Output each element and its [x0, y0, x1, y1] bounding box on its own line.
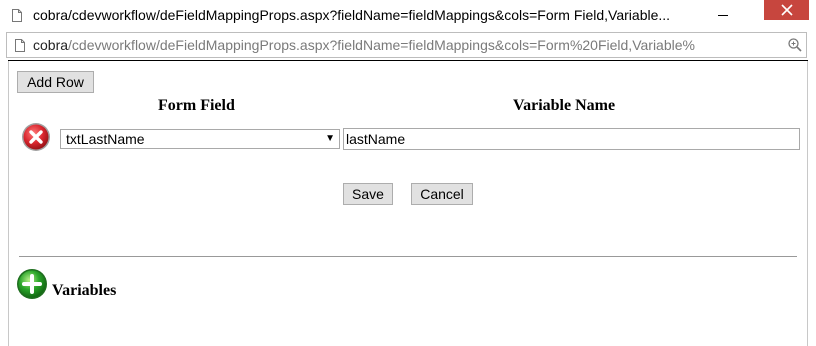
variables-heading: Variables	[52, 282, 117, 299]
section-divider	[19, 256, 797, 257]
close-button[interactable]	[764, 0, 809, 20]
form-field-select[interactable]: txtLastName ▼	[60, 129, 340, 149]
window-title: cobra/cdevworkflow/deFieldMappingProps.a…	[33, 7, 671, 23]
close-icon	[781, 4, 793, 16]
variable-name-input[interactable]: lastName	[343, 128, 800, 150]
url-host: cobra	[33, 37, 69, 53]
content-right-border	[807, 61, 808, 346]
url-path: /cdevworkflow/deFieldMappingProps.aspx?f…	[68, 37, 695, 53]
minimize-icon	[718, 15, 728, 16]
page-icon	[15, 39, 25, 52]
header-variable-name: Variable Name	[513, 97, 616, 114]
content-left-border	[8, 61, 9, 346]
save-button[interactable]: Save	[343, 183, 393, 205]
cancel-button[interactable]: Cancel	[411, 183, 473, 205]
url-text: cobra/cdevworkflow/deFieldMappingProps.a…	[33, 37, 785, 53]
form-field-value: txtLastName	[66, 131, 145, 147]
dropdown-arrow-icon: ▼	[325, 133, 335, 144]
add-variable-icon[interactable]	[16, 268, 48, 300]
minimize-button[interactable]	[718, 0, 744, 30]
delete-row-icon[interactable]	[21, 122, 51, 152]
add-row-button[interactable]: Add Row	[17, 71, 94, 93]
content-top-border	[8, 60, 808, 61]
window-titlebar: cobra/cdevworkflow/deFieldMappingProps.a…	[0, 0, 816, 30]
page-icon	[12, 9, 22, 22]
zoom-icon[interactable]	[788, 38, 802, 52]
address-bar[interactable]: cobra/cdevworkflow/deFieldMappingProps.a…	[6, 32, 807, 58]
header-form-field: Form Field	[158, 97, 235, 114]
